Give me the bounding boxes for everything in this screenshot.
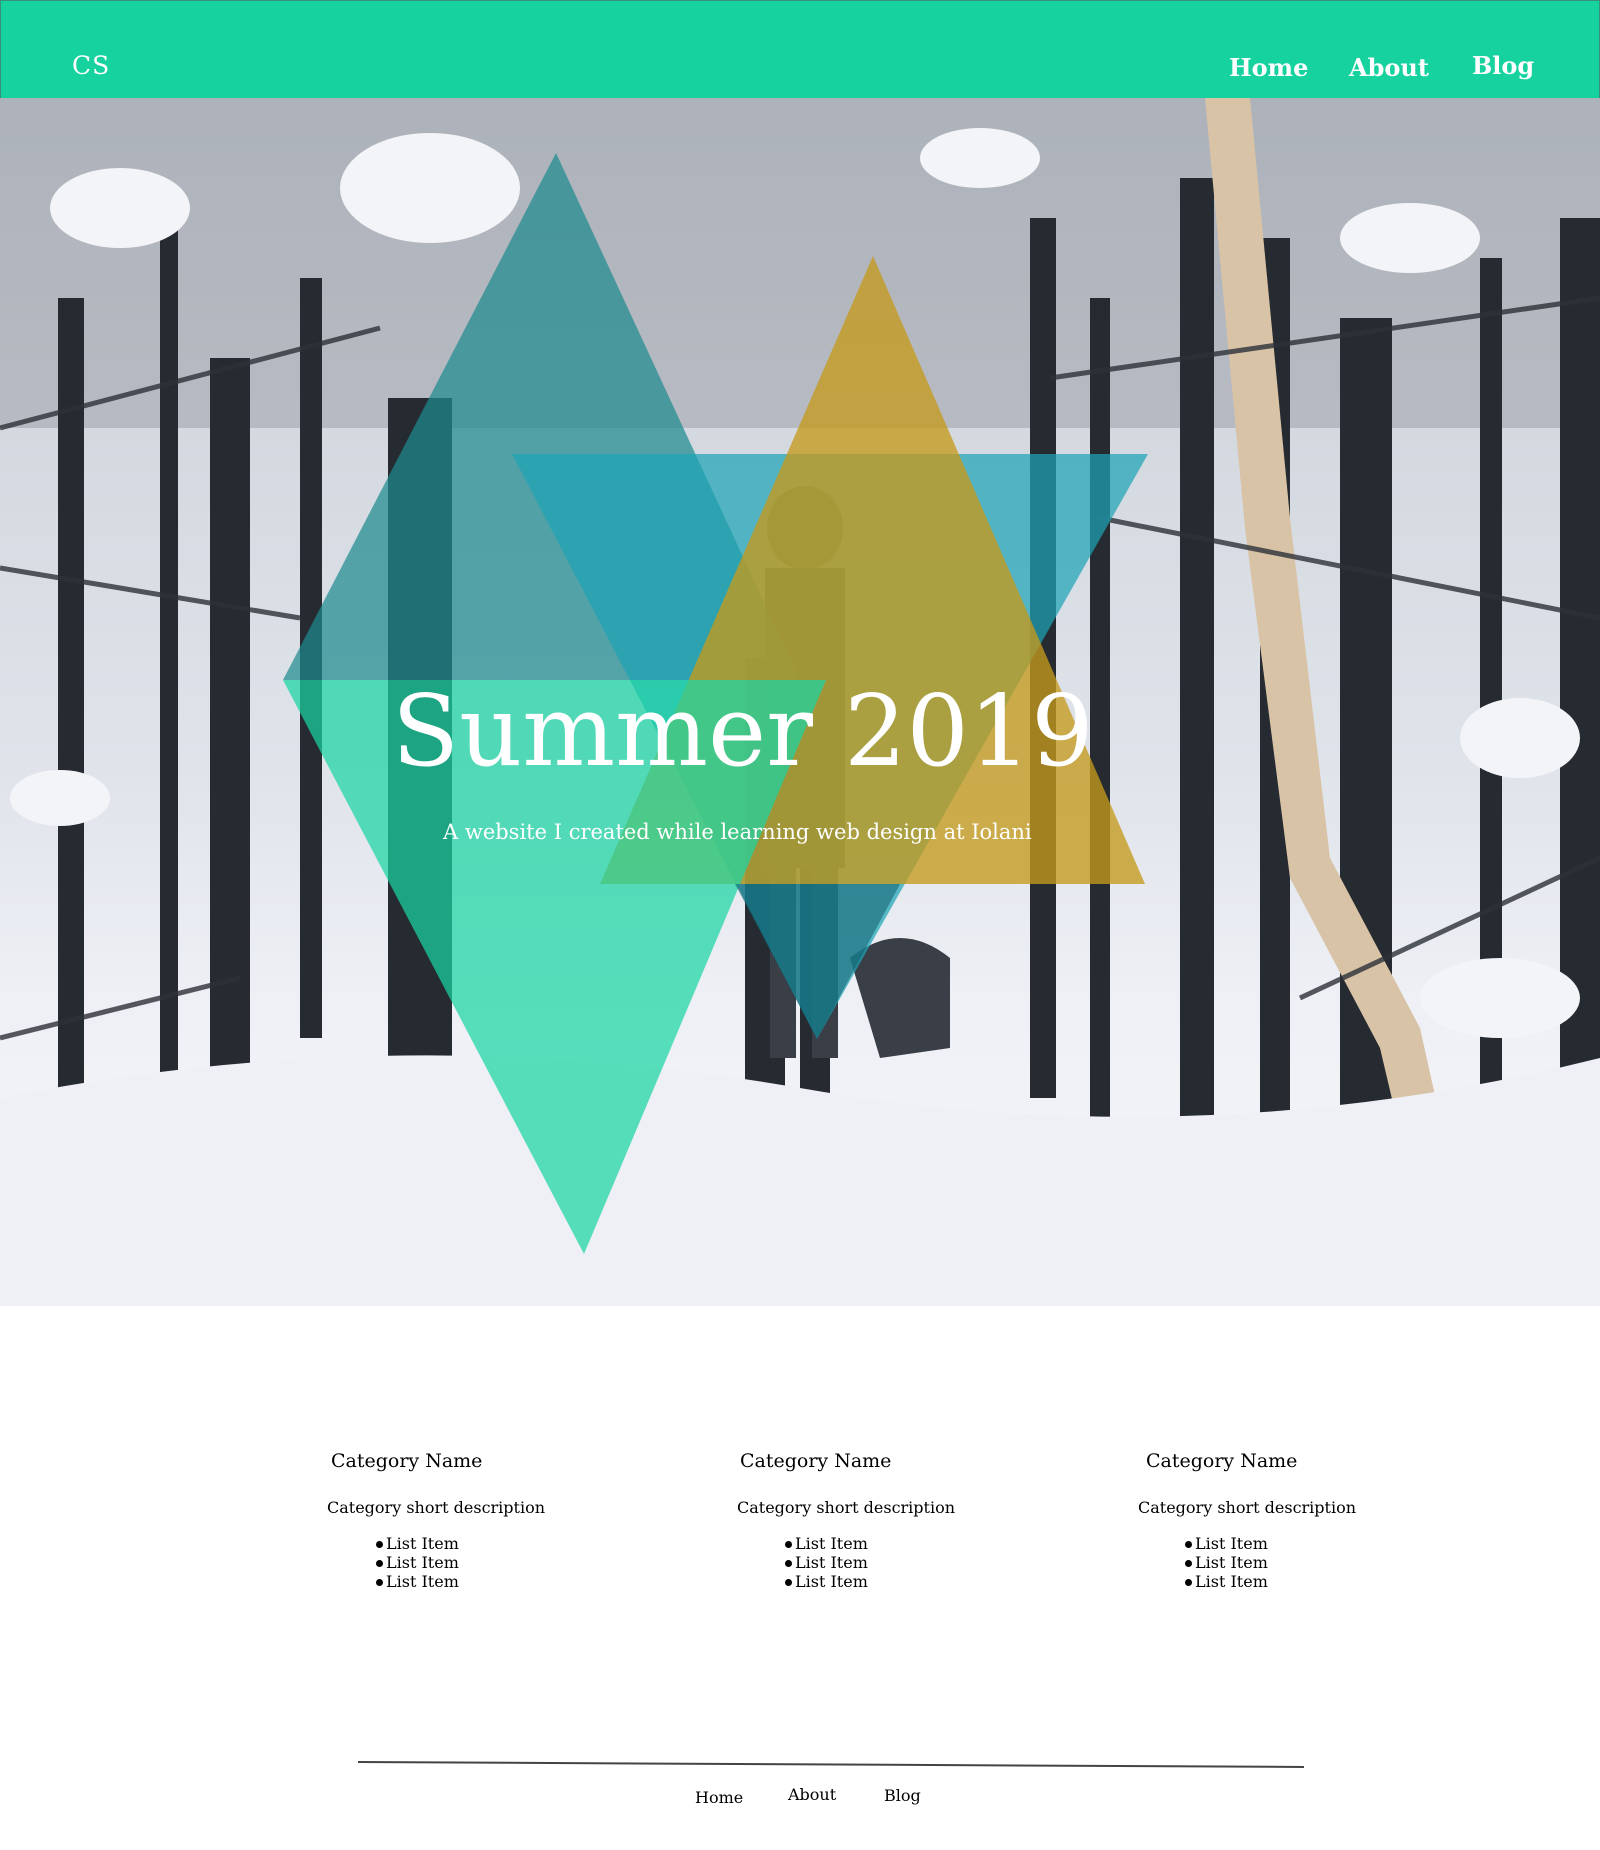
list-item: List Item	[376, 1572, 459, 1591]
bullet-icon	[785, 1560, 792, 1567]
list-item: List Item	[1185, 1534, 1268, 1553]
bullet-icon	[1185, 1579, 1192, 1586]
category-name: Category Name	[740, 1450, 892, 1472]
footer-home-link[interactable]: Home	[695, 1788, 743, 1807]
list-item: List Item	[1185, 1572, 1268, 1591]
category-list: List Item List Item List Item	[376, 1534, 459, 1591]
footer-divider	[357, 1761, 1304, 1768]
hero-subtitle: A website I created while learning web d…	[443, 820, 1032, 844]
bullet-icon	[376, 1579, 383, 1586]
category-description: Category short description	[1138, 1498, 1357, 1517]
hero-title: Summer 2019	[392, 675, 1094, 789]
list-item: List Item	[376, 1534, 459, 1553]
category-name: Category Name	[1146, 1450, 1298, 1472]
list-item: List Item	[785, 1534, 868, 1553]
footer-about-link[interactable]: About	[788, 1785, 836, 1804]
category-list: List Item List Item List Item	[785, 1534, 868, 1591]
hero-banner: Summer 2019 A website I created while le…	[0, 98, 1600, 1306]
nav-about-link[interactable]: About	[1349, 53, 1429, 82]
top-navbar: CS Home About Blog	[0, 0, 1600, 99]
bullet-icon	[785, 1541, 792, 1548]
nav-blog-link[interactable]: Blog	[1472, 51, 1534, 80]
category-description: Category short description	[327, 1498, 546, 1517]
site-logo[interactable]: CS	[72, 51, 110, 80]
bullet-icon	[376, 1560, 383, 1567]
bullet-icon	[376, 1541, 383, 1548]
category-name: Category Name	[331, 1450, 483, 1472]
nav-home-link[interactable]: Home	[1229, 53, 1308, 82]
list-item: List Item	[785, 1553, 868, 1572]
bullet-icon	[1185, 1541, 1192, 1548]
category-description: Category short description	[737, 1498, 956, 1517]
bullet-icon	[785, 1579, 792, 1586]
category-list: List Item List Item List Item	[1185, 1534, 1268, 1591]
footer-blog-link[interactable]: Blog	[884, 1786, 921, 1805]
list-item: List Item	[785, 1572, 868, 1591]
list-item: List Item	[1185, 1553, 1268, 1572]
list-item: List Item	[376, 1553, 459, 1572]
bullet-icon	[1185, 1560, 1192, 1567]
